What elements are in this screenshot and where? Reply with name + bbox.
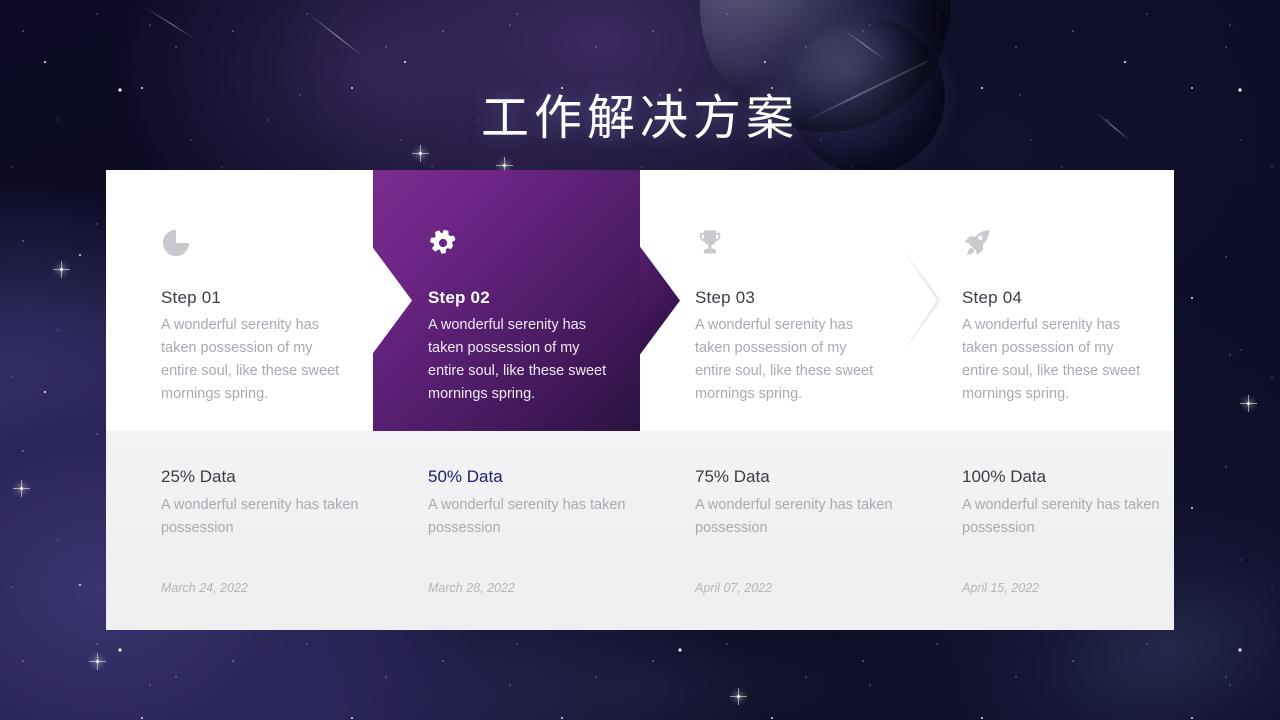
data-item-2-title: 50% Data (428, 467, 503, 486)
page-title: 工作解决方案 (480, 90, 799, 146)
step-card-1-body: Step 01 A wonderful serenity has taken p… (161, 228, 346, 406)
step-card-2-title: Step 02 (428, 288, 490, 307)
data-item-2-date: March 28, 2022 (428, 581, 515, 595)
data-item-4-date: April 15, 2022 (962, 581, 1040, 595)
data-item-1-title: 25% Data (161, 467, 236, 486)
bright-star (89, 653, 106, 670)
step-card-1[interactable]: Step 01 A wonderful serenity has taken p… (106, 170, 373, 431)
data-item-4-text: A wonderful serenity has taken possessio… (962, 497, 1160, 536)
data-item-2[interactable]: 50% Data A wonderful serenity has taken … (428, 467, 628, 540)
step-card-3[interactable]: Step 03 A wonderful serenity has taken p… (640, 170, 907, 431)
step-card-3-title: Step 03 (695, 288, 756, 307)
data-item-4-title: 100% Data (962, 467, 1047, 486)
step-card-1-title: Step 01 (161, 288, 222, 307)
data-item-1[interactable]: 25% Data A wonderful serenity has taken … (161, 467, 361, 540)
step-card-2-body: Step 02 A wonderful serenity has taken p… (428, 228, 613, 406)
gear-icon (428, 228, 613, 262)
step-card-2[interactable]: Step 02 A wonderful serenity has taken p… (373, 170, 640, 431)
bright-star (53, 261, 70, 278)
rocket-icon (962, 228, 1147, 262)
step-card-4[interactable]: Step 04 A wonderful serenity has taken p… (907, 170, 1174, 431)
bright-star (13, 480, 30, 497)
step-card-4-body: Step 04 A wonderful serenity has taken p… (962, 228, 1147, 406)
step-card-2-text: A wonderful serenity has taken possessio… (428, 317, 607, 402)
data-item-3[interactable]: 75% Data A wonderful serenity has taken … (695, 467, 895, 540)
data-strip: 25% Data A wonderful serenity has taken … (106, 431, 1174, 630)
step-card-4-text: A wonderful serenity has taken possessio… (962, 317, 1141, 402)
steps-panel: Step 01 A wonderful serenity has taken p… (106, 170, 1174, 630)
data-item-3-title: 75% Data (695, 467, 770, 486)
step-card-1-text: A wonderful serenity has taken possessio… (161, 317, 340, 402)
bright-star (496, 157, 513, 174)
data-item-1-date: March 24, 2022 (161, 581, 248, 595)
data-item-3-date: April 07, 2022 (695, 581, 773, 595)
data-item-3-text: A wonderful serenity has taken possessio… (695, 497, 893, 536)
bright-star (412, 145, 429, 162)
step-card-3-text: A wonderful serenity has taken possessio… (695, 317, 874, 402)
step-card-3-body: Step 03 A wonderful serenity has taken p… (695, 228, 880, 406)
pie-chart-icon (161, 228, 346, 262)
data-item-4[interactable]: 100% Data A wonderful serenity has taken… (962, 467, 1162, 540)
bright-star (1240, 395, 1257, 412)
slide-canvas: 工作解决方案 Step 01 A wonderful serenity has … (0, 0, 1280, 720)
trophy-icon (695, 228, 880, 262)
step-card-4-title: Step 04 (962, 288, 1023, 307)
data-item-1-text: A wonderful serenity has taken possessio… (161, 497, 359, 536)
steps-card-row: Step 01 A wonderful serenity has taken p… (106, 170, 1174, 431)
bright-star (730, 688, 747, 705)
chevron-notch-left-icon (373, 246, 412, 355)
data-item-2-text: A wonderful serenity has taken possessio… (428, 497, 626, 536)
